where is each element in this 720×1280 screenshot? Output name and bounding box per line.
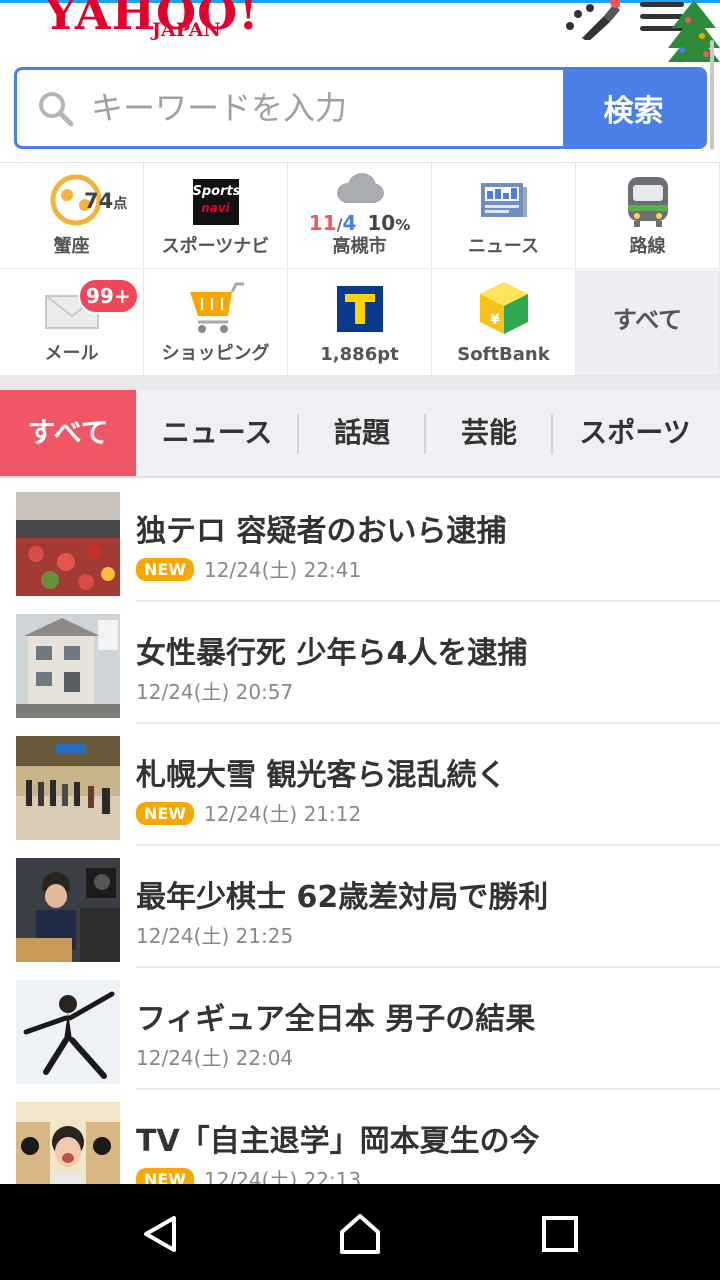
tab-news[interactable]: ニュース: [150, 390, 284, 476]
news-item[interactable]: 女性暴行死 少年ら4人を逮捕 12/24(土) 20:57: [0, 602, 720, 724]
yahoo-japan-page: YAHOO! JAPAN 検: [0, 0, 720, 1280]
mail-label: メール: [44, 343, 99, 364]
news-list: 独テロ 容疑者のおいら逮捕 NEW 12/24(土) 22:41 女性暴行死 少年…: [0, 480, 720, 1184]
news-meta: 12/24(土) 20:57: [136, 676, 293, 705]
news-item[interactable]: 独テロ 容疑者のおいら逮捕 NEW 12/24(土) 22:41: [0, 480, 720, 602]
news-item[interactable]: TV「自主退学」岡本夏生の今 NEW 12/24(土) 22:13: [0, 1090, 720, 1184]
news-meta: NEW 12/24(土) 22:13: [136, 1164, 361, 1184]
service-softbank[interactable]: ¥ SoftBank: [432, 270, 576, 376]
news-meta: 12/24(土) 22:04: [136, 1042, 293, 1071]
sports-label: スポーツナビ: [161, 236, 270, 257]
transit-label: 路線: [629, 236, 666, 257]
tab-sports[interactable]: スポーツ: [556, 390, 714, 476]
service-transit[interactable]: 路線: [576, 163, 720, 269]
news-thumbnail: [16, 614, 120, 718]
sports-logo-bottom: navi: [201, 201, 230, 215]
horoscope-score-unit: 点: [113, 196, 128, 212]
news-thumbnail: [16, 1102, 120, 1184]
back-icon[interactable]: [138, 1212, 182, 1256]
theme-brush-icon[interactable]: [560, 0, 620, 40]
svg-text:¥: ¥: [490, 312, 500, 328]
service-mail[interactable]: 99+ メール: [0, 270, 144, 376]
news-item[interactable]: 最年少棋士 62歳差対局で勝利 12/24(土) 21:25: [0, 846, 720, 968]
news-time: 12/24(土) 22:41: [203, 558, 362, 582]
news-title: TV「自主退学」岡本夏生の今: [136, 1124, 540, 1159]
tpoint-label: 1,886pt: [320, 344, 399, 365]
news-label: ニュース: [467, 236, 540, 257]
header: YAHOO! JAPAN: [0, 0, 720, 66]
train-icon: [627, 177, 668, 227]
tab-all[interactable]: すべて: [0, 390, 136, 476]
news-title: フィギュア全日本 男子の結果: [136, 1002, 536, 1037]
shopping-label: ショッピング: [161, 343, 270, 364]
news-time: 12/24(土) 21:12: [203, 802, 362, 826]
cloud-icon: [336, 173, 384, 203]
service-all-label: すべて: [612, 306, 683, 334]
tab-divider: [297, 414, 299, 454]
logo-japan-text: JAPAN: [152, 19, 221, 41]
news-thumbnail: [16, 858, 120, 962]
horoscope-label: 蟹座: [53, 236, 90, 257]
news-thumbnail: [16, 980, 120, 1084]
page-scrollbar[interactable]: [710, 40, 714, 150]
horoscope-score-value: 74: [84, 189, 114, 213]
news-title: 女性暴行死 少年ら4人を逮捕: [136, 636, 528, 671]
search-input[interactable]: [17, 70, 563, 146]
tab-divider: [424, 414, 426, 454]
news-item[interactable]: 札幌大雪 観光客ら混乱続く NEW 12/24(土) 21:12: [0, 724, 720, 846]
mail-unread-badge: 99+: [78, 278, 139, 314]
service-sports-navi[interactable]: Sports navi スポーツナビ: [144, 163, 288, 269]
service-weather[interactable]: 11/4 10% 高槻市: [288, 163, 432, 269]
tab-topics[interactable]: 話題: [300, 390, 424, 476]
shopping-cart-icon: [189, 282, 244, 333]
news-title: 最年少棋士 62歳差対局で勝利: [136, 880, 549, 915]
weather-location-label: 高槻市: [332, 236, 387, 257]
news-meta: 12/24(土) 21:25: [136, 920, 293, 949]
service-horoscope[interactable]: 74点 蟹座: [0, 163, 144, 269]
softbank-icon: ¥: [479, 282, 528, 334]
news-icon: [480, 183, 527, 217]
horoscope-score: 74点: [84, 189, 127, 213]
news-time: 12/24(土) 21:25: [136, 924, 294, 948]
softbank-label: SoftBank: [457, 344, 550, 365]
section-separator: [0, 376, 720, 390]
search-button[interactable]: 検索: [563, 70, 704, 146]
service-grid: 74点 蟹座 Sports navi スポーツナビ 11/4 10% 高槻市 ニ…: [0, 162, 720, 376]
service-all[interactable]: すべて: [576, 270, 720, 376]
yahoo-japan-logo[interactable]: YAHOO! JAPAN: [44, 0, 258, 46]
home-icon[interactable]: [338, 1212, 382, 1256]
tab-divider: [551, 414, 553, 454]
service-news[interactable]: ニュース: [432, 163, 576, 269]
new-badge: NEW: [136, 1168, 194, 1184]
new-badge: NEW: [136, 558, 194, 581]
sports-logo-top: Sports: [192, 184, 241, 199]
news-time: 12/24(土) 22:04: [136, 1046, 294, 1070]
news-thumbnail: [16, 492, 120, 596]
news-meta: NEW 12/24(土) 22:41: [136, 554, 361, 583]
service-shopping[interactable]: ショッピング: [144, 270, 288, 376]
news-title: 独テロ 容疑者のおいら逮捕: [136, 514, 507, 549]
recent-apps-icon[interactable]: [538, 1212, 582, 1256]
news-time: 12/24(土) 22:13: [203, 1168, 362, 1184]
search-bar: 検索: [14, 67, 707, 149]
android-navigation-bar: [0, 1184, 720, 1280]
news-thumbnail: [16, 736, 120, 840]
news-item[interactable]: フィギュア全日本 男子の結果 12/24(土) 22:04: [0, 968, 720, 1090]
service-tpoint[interactable]: 1,886pt: [288, 270, 432, 376]
new-badge: NEW: [136, 802, 194, 825]
sports-navi-icon: Sports navi: [192, 179, 241, 225]
tpoint-icon: [336, 286, 383, 332]
tab-entertainment[interactable]: 芸能: [428, 390, 550, 476]
news-meta: NEW 12/24(土) 21:12: [136, 798, 361, 827]
news-title: 札幌大雪 観光客ら混乱続く: [136, 758, 507, 793]
news-tabs: すべて ニュース 話題 芸能 スポーツ: [0, 390, 720, 478]
news-time: 12/24(土) 20:57: [136, 680, 294, 704]
